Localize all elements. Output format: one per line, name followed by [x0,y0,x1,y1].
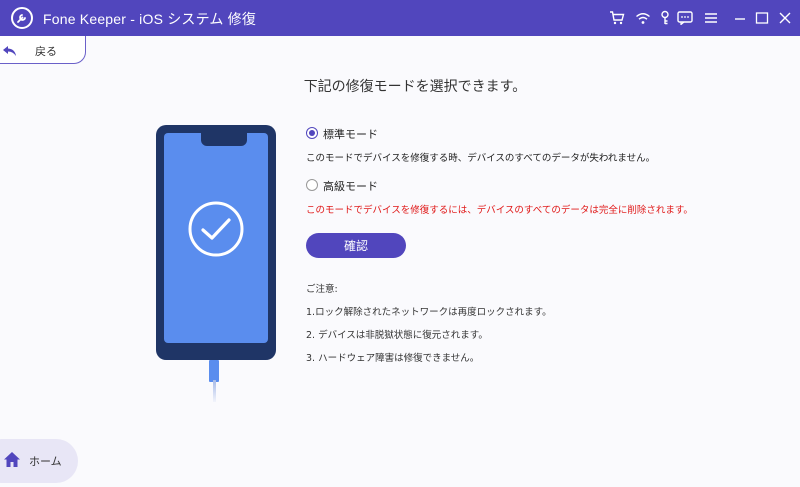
advanced-mode-warning: このモードでデバイスを修復するには、デバイスのすべてのデータは完全に削除されます… [306,205,693,216]
note-item: 2. デバイスは非脱獄状態に復元されます。 [306,330,488,341]
wifi-icon[interactable] [634,9,652,27]
back-label: 戻る [35,45,57,58]
home-icon [3,451,21,472]
home-button[interactable]: ホーム [0,439,78,483]
phone-screen [164,133,268,343]
advanced-mode-radio[interactable] [306,179,318,191]
advanced-mode-label[interactable]: 高級モード [323,178,378,194]
check-circle-icon [188,201,244,257]
menu-icon[interactable] [702,9,720,27]
standard-mode-label[interactable]: 標準モード [323,126,378,142]
note-item: 1.ロック解除されたネットワークは再度ロックされます。 [306,307,552,318]
note-item: 3. ハードウェア障害は修復できません。 [306,353,480,364]
cable-connector [209,360,219,382]
minimize-icon[interactable] [731,9,749,27]
maximize-icon[interactable] [753,9,771,27]
phone-notch [201,133,247,146]
standard-mode-description: このモードでデバイスを修復する時、デバイスのすべてのデータが失われません。 [306,153,656,164]
confirm-button[interactable]: 確認 [306,233,406,258]
cart-icon[interactable] [608,9,626,27]
standard-mode-radio[interactable] [306,127,318,139]
close-icon[interactable] [776,9,794,27]
page-heading: 下記の修復モードを選択できます。 [303,79,527,95]
home-label: ホーム [29,455,62,468]
back-arrow-icon [2,42,18,61]
notes-title: ご注意: [306,284,338,295]
title-bar: Fone Keeper - iOS システム 修復 [0,0,800,36]
back-button[interactable]: 戻る [0,36,86,64]
key-icon[interactable] [656,9,674,27]
phone-illustration [156,125,276,360]
logo-icon [11,7,33,29]
chat-icon[interactable] [676,9,694,27]
cable-wire [213,380,216,402]
app-title: Fone Keeper - iOS システム 修復 [43,11,257,27]
